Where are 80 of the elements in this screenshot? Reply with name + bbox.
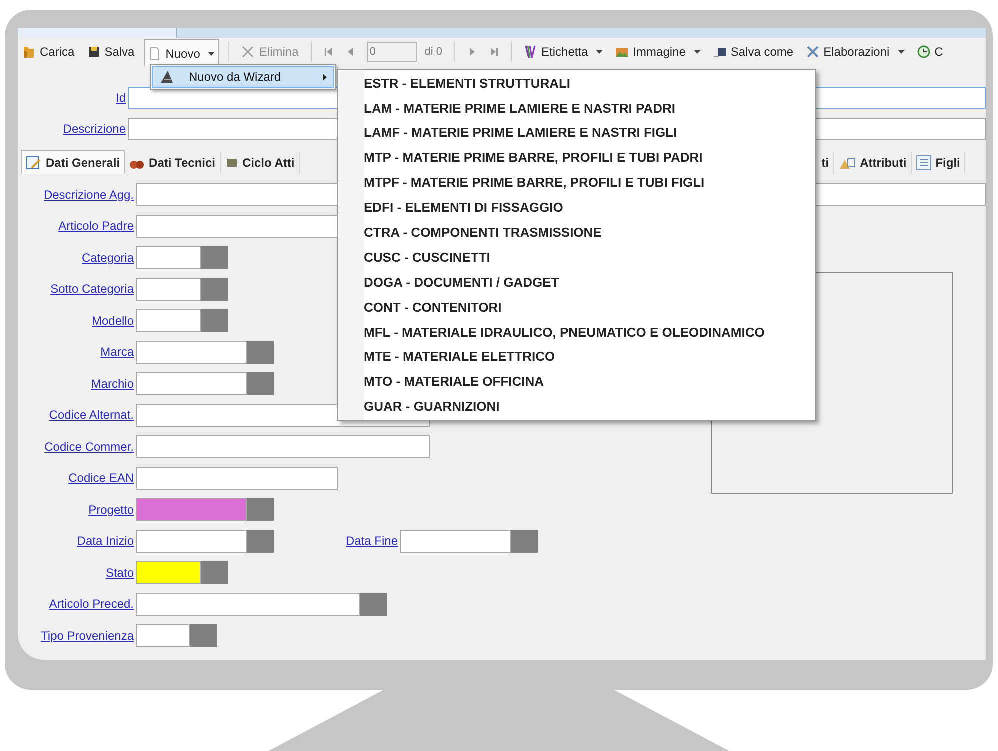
menu-item[interactable]: MTP - MATERIE PRIME BARRE, PROFILI E TUBI PADRI: [364, 146, 765, 171]
menu-item[interactable]: CONT - CONTENITORI: [364, 295, 765, 320]
menu-item[interactable]: CUSC - CUSCINETTI: [364, 245, 765, 270]
menu-item[interactable]: ESTR - ELEMENTI STRUTTURALI: [364, 71, 765, 96]
lookup-button[interactable]: [201, 278, 228, 300]
toolbar-button[interactable]: Salva come: [710, 39, 797, 65]
pens-icon: [524, 45, 538, 59]
toolbar-button[interactable]: Elaborazioni: [802, 39, 908, 65]
lookup-button[interactable]: [247, 340, 274, 364]
menu-item[interactable]: MTO - MATERIALE OFFICINA: [364, 370, 765, 395]
tab[interactable]: Dati Generali: [21, 150, 126, 174]
tab[interactable]: Dati Tecnici: [125, 152, 220, 174]
menu-item[interactable]: CTRA - COMPONENTI TRASMISSIONE: [364, 220, 765, 246]
close-icon: [241, 45, 256, 59]
first-icon[interactable]: [322, 46, 335, 58]
document-icon: [224, 156, 238, 170]
tab[interactable]: Ciclo Atti: [220, 152, 300, 174]
menu-item[interactable]: MFL - MATERIALE IDRAULICO, PNEUMATICO E OLEODINAMICO: [364, 320, 765, 345]
menu-item[interactable]: MTPF - MATERIE PRIME BARRE, PROFILI E TUBI FIGLI: [364, 170, 765, 196]
input-field[interactable]: [136, 372, 247, 395]
input-field[interactable]: [136, 435, 430, 458]
field-label[interactable]: Codice Alternat.: [49, 408, 134, 422]
menu-item[interactable]: MTE - MATERIALE ELETTRICO: [364, 344, 765, 370]
field-label[interactable]: Codice Commer.: [44, 440, 134, 454]
input-field[interactable]: [136, 530, 247, 552]
field-label[interactable]: Marca: [100, 345, 134, 359]
tab[interactable]: Figli: [912, 152, 966, 174]
field-label[interactable]: Tipo Provenienza: [41, 628, 134, 642]
input-field[interactable]: [136, 624, 190, 647]
field-label[interactable]: Articolo Preced.: [49, 597, 134, 611]
image-icon: [615, 45, 630, 59]
toolbar-button[interactable]: Salva: [84, 39, 138, 65]
input-field[interactable]: [400, 530, 511, 552]
tab[interactable]: ti: [818, 152, 834, 174]
menu-item[interactable]: LAMF - MATERIE PRIME LAMIERE E NASTRI FIGLI: [364, 120, 765, 146]
menu-item[interactable]: LAM - MATERIE PRIME LAMIERE E NASTRI PADRI: [364, 96, 765, 121]
clock-icon: [916, 45, 931, 59]
input-field[interactable]: [136, 246, 201, 269]
notepad-icon: [26, 154, 42, 170]
field-label[interactable]: Modello: [92, 314, 134, 328]
field-label[interactable]: Marchio: [91, 376, 134, 390]
menu-item[interactable]: EDFI - ELEMENTI DI FISSAGGIO: [364, 195, 765, 220]
menu-item[interactable]: GUAR - GUARNIZIONI: [364, 394, 765, 420]
toolbar-button[interactable]: Etichetta: [520, 39, 606, 65]
field-label[interactable]: Sotto Categoria: [50, 282, 134, 296]
page-count: di 0: [424, 44, 443, 60]
lookup-button[interactable]: [360, 592, 387, 616]
page-icon: [148, 46, 162, 60]
tools-icon: [806, 45, 820, 59]
toolbar-button[interactable]: C: [914, 39, 946, 65]
input-field[interactable]: [136, 466, 338, 490]
toolbar-button[interactable]: Carica: [19, 39, 78, 65]
menu-item[interactable]: DOGA - DOCUMENTI / GADGET: [364, 270, 765, 296]
field-label[interactable]: Stato: [106, 566, 134, 580]
field-label[interactable]: Descrizione: [63, 122, 126, 136]
field-label[interactable]: Categoria: [82, 250, 134, 264]
tab[interactable]: Attributi: [834, 152, 912, 174]
field-label[interactable]: Descrizione Agg.: [44, 188, 134, 202]
save-as-icon: [712, 45, 727, 59]
lookup-button[interactable]: [247, 530, 274, 552]
field-label[interactable]: Codice EAN: [68, 471, 134, 485]
field-label[interactable]: Data Fine: [346, 534, 398, 548]
toolbar-button[interactable]: Nuovo: [144, 39, 220, 66]
field-label[interactable]: Data Inizio: [77, 534, 134, 548]
field-label[interactable]: Progetto: [88, 502, 134, 516]
page-field[interactable]: 0: [366, 42, 417, 62]
field-label[interactable]: Id: [116, 91, 126, 105]
wizard-hat-icon: [159, 69, 175, 85]
input-field[interactable]: [136, 498, 247, 521]
list-icon: [916, 155, 932, 171]
input-field[interactable]: [136, 592, 360, 616]
lookup-button[interactable]: [511, 530, 538, 552]
input-field[interactable]: [136, 340, 247, 364]
menu-item[interactable]: Nuovo da Wizard: [152, 66, 334, 88]
folder-icon: [22, 45, 36, 59]
field-label[interactable]: Articolo Padre: [58, 219, 134, 233]
input-field[interactable]: [136, 278, 201, 300]
input-field[interactable]: [136, 561, 201, 584]
toolbar-button[interactable]: Immagine: [612, 39, 704, 65]
input-field[interactable]: [136, 309, 201, 332]
